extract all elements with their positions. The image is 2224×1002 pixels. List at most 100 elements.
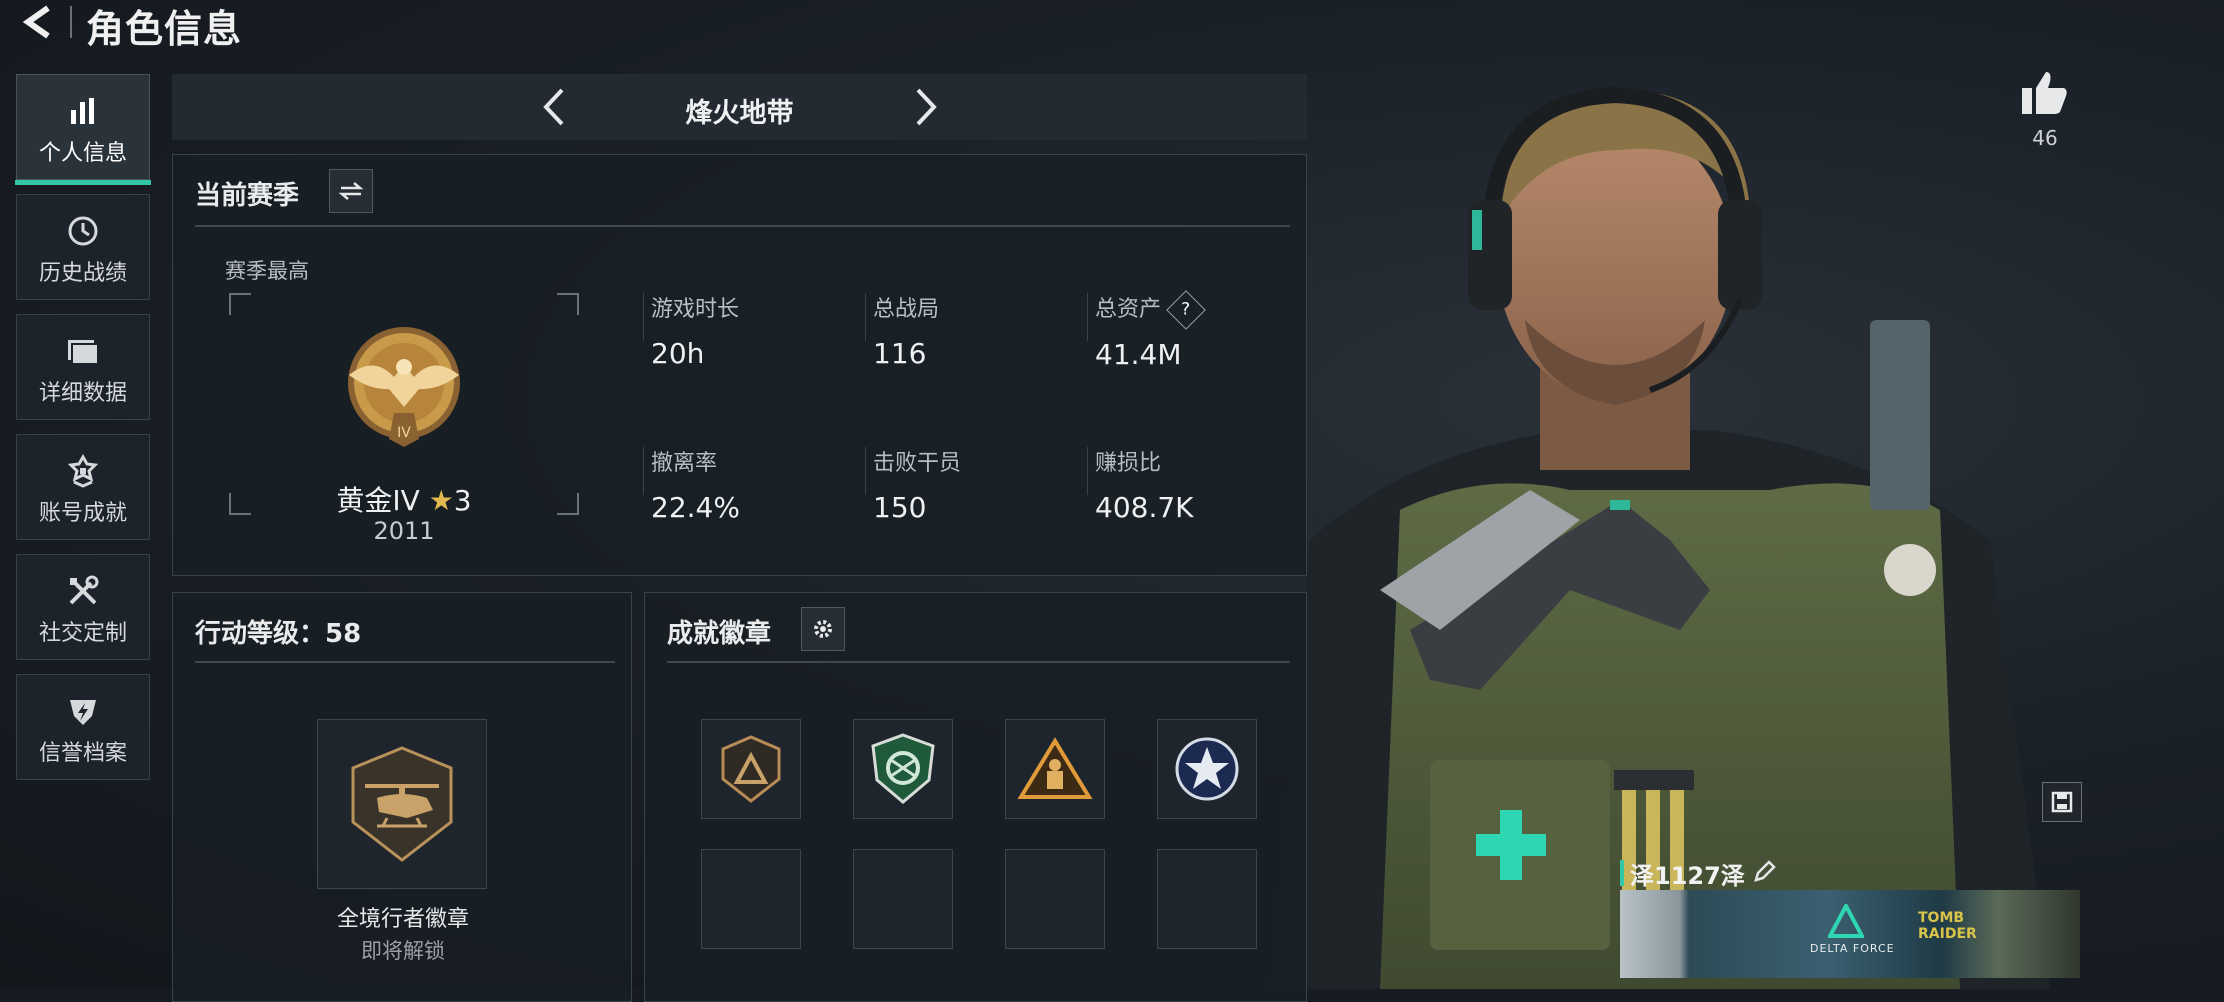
season-best-label: 赛季最高 [225,259,309,283]
folder-icon [65,333,101,369]
stat-label: 撤离率 [651,451,718,476]
game-mode-selector: 烽火地带 [172,74,1307,140]
chevron-right-icon[interactable] [902,84,948,130]
rank-frame: IV 黄金IV ★3 2011 [229,293,579,545]
banner-tomb-text: TOMB RAIDER [1918,910,1977,942]
stat-total-assets: 总资产 ? 41.4M [1095,290,1206,371]
gold-rank-badge-icon: IV [348,327,460,447]
star-icon: ★ [428,484,454,517]
left-nav: 个人信息 历史战绩 详细数据 账号成就 社交定制 信誉档案 [15,74,154,794]
divider [195,225,1290,227]
action-badge-slot[interactable] [317,719,487,889]
achievement-badge-slot[interactable] [853,719,953,819]
help-icon[interactable]: ? [1166,290,1206,330]
stat-divider [643,293,644,341]
achievement-badges-panel: 成就徽章 [644,592,1307,1002]
achievement-badge-slot-empty[interactable] [701,849,801,949]
page-title: 角色信息 [86,7,243,51]
star-circle-badge-icon [1175,737,1239,801]
card-accent [1620,860,1624,886]
switch-arrows-icon [338,182,364,200]
nav-label: 个人信息 [38,141,127,166]
tools-icon [65,573,101,609]
stat-value: 116 [873,337,927,370]
nav-item-match-history[interactable]: 历史战绩 [16,194,150,300]
nav-item-account-achievements[interactable]: 账号成就 [16,434,150,540]
nav-label: 社交定制 [38,621,127,646]
stat-operators-defeated: 击败干员 150 [873,445,961,524]
save-button[interactable] [2042,782,2082,822]
thumbs-up-icon [2022,72,2067,114]
achievement-icon [65,453,101,489]
frame-corner [557,293,579,315]
stat-value: 408.7K [1095,491,1194,524]
stat-divider [643,447,644,495]
like-count: 46 [2032,126,2058,150]
stat-label: 游戏时长 [651,297,740,322]
stat-label: 总战局 [873,297,940,322]
history-clock-icon [65,213,101,249]
gear-icon [814,620,832,638]
green-shield-badge-icon [871,733,935,804]
triangle-shield-badge-icon [721,735,781,803]
save-disk-icon [2051,791,2073,813]
nav-item-detailed-data[interactable]: 详细数据 [16,314,150,420]
stat-value: 150 [873,491,927,524]
game-mode-title: 烽火地带 [685,98,794,129]
switch-season-button[interactable] [329,169,373,213]
achievement-badge-slot-empty[interactable] [1157,849,1257,949]
player-name-card[interactable]: 泽1127泽 DELTA FORCE TOMB RAIDER [1560,850,2082,980]
achievement-badge-slot-empty[interactable] [1005,849,1105,949]
frame-corner [229,293,251,315]
orange-triangle-badge-icon [1017,737,1093,799]
rank-stars: 3 [453,484,472,517]
achievement-badge-slot[interactable] [1005,719,1105,819]
stat-value: 20h [651,337,705,370]
action-level-heading: 行动等级：58 [195,619,362,649]
top-header: 角色信息 [0,0,600,51]
action-badge-name: 全境行者徽章 [336,907,469,932]
achievement-badge-slot-empty[interactable] [853,849,953,949]
stat-value: 41.4M [1095,338,1182,371]
divider [667,661,1290,663]
player-name: 泽1127泽 [1630,862,1745,890]
header-divider [70,6,72,38]
name-card-banner: DELTA FORCE TOMB RAIDER [1620,890,2080,978]
achievements-heading: 成就徽章 [667,619,772,649]
nav-label: 账号成就 [38,501,127,526]
delta-force-logo-icon [1828,904,1864,938]
nav-label: 详细数据 [38,381,127,406]
nav-label: 信誉档案 [38,741,127,766]
nav-item-credit-profile[interactable]: 信誉档案 [16,674,150,780]
nav-item-personal-info[interactable]: 个人信息 [15,74,151,185]
stat-label-text: 总资产 [1095,297,1162,322]
stat-label: 总资产 ? [1095,290,1206,330]
stat-extraction-rate: 撤离率 22.4% [651,445,740,524]
rank-name: 黄金IV ★3 [229,479,579,519]
back-arrow-icon[interactable] [18,2,58,42]
current-season-heading: 当前赛季 [195,181,300,211]
stat-label: 击败干员 [873,451,962,476]
nav-item-social-custom[interactable]: 社交定制 [16,554,150,660]
stat-divider [1087,447,1088,495]
current-season-panel: 当前赛季 赛季最高 IV 黄金IV ★3 2011 游戏时长 20h 总战局 1… [172,154,1307,576]
banner-logo-text: DELTA FORCE [1810,942,1895,955]
stat-divider [1087,293,1088,341]
rank-score: 2011 [373,517,435,545]
divider [195,661,615,663]
stat-profit-loss-ratio: 赚损比 408.7K [1095,445,1194,524]
action-level-panel: 行动等级：58 全境行者徽章 即将解锁 [172,592,632,1002]
achievement-badge-slot[interactable] [1157,719,1257,819]
achievement-settings-button[interactable] [801,607,845,651]
stat-play-time: 游戏时长 20h [651,291,739,370]
edit-pencil-icon[interactable] [1752,858,1778,884]
shield-bolt-icon [65,693,101,729]
like-button[interactable]: 46 [2016,70,2074,150]
help-icon-glyph: ? [1181,300,1191,320]
achievement-badge-slot[interactable] [701,719,801,819]
rank-tier: 黄金IV [336,484,420,517]
stat-divider [865,293,866,341]
stat-value: 22.4% [651,491,740,524]
stat-label: 赚损比 [1095,451,1162,476]
bar-chart-icon [65,93,101,129]
